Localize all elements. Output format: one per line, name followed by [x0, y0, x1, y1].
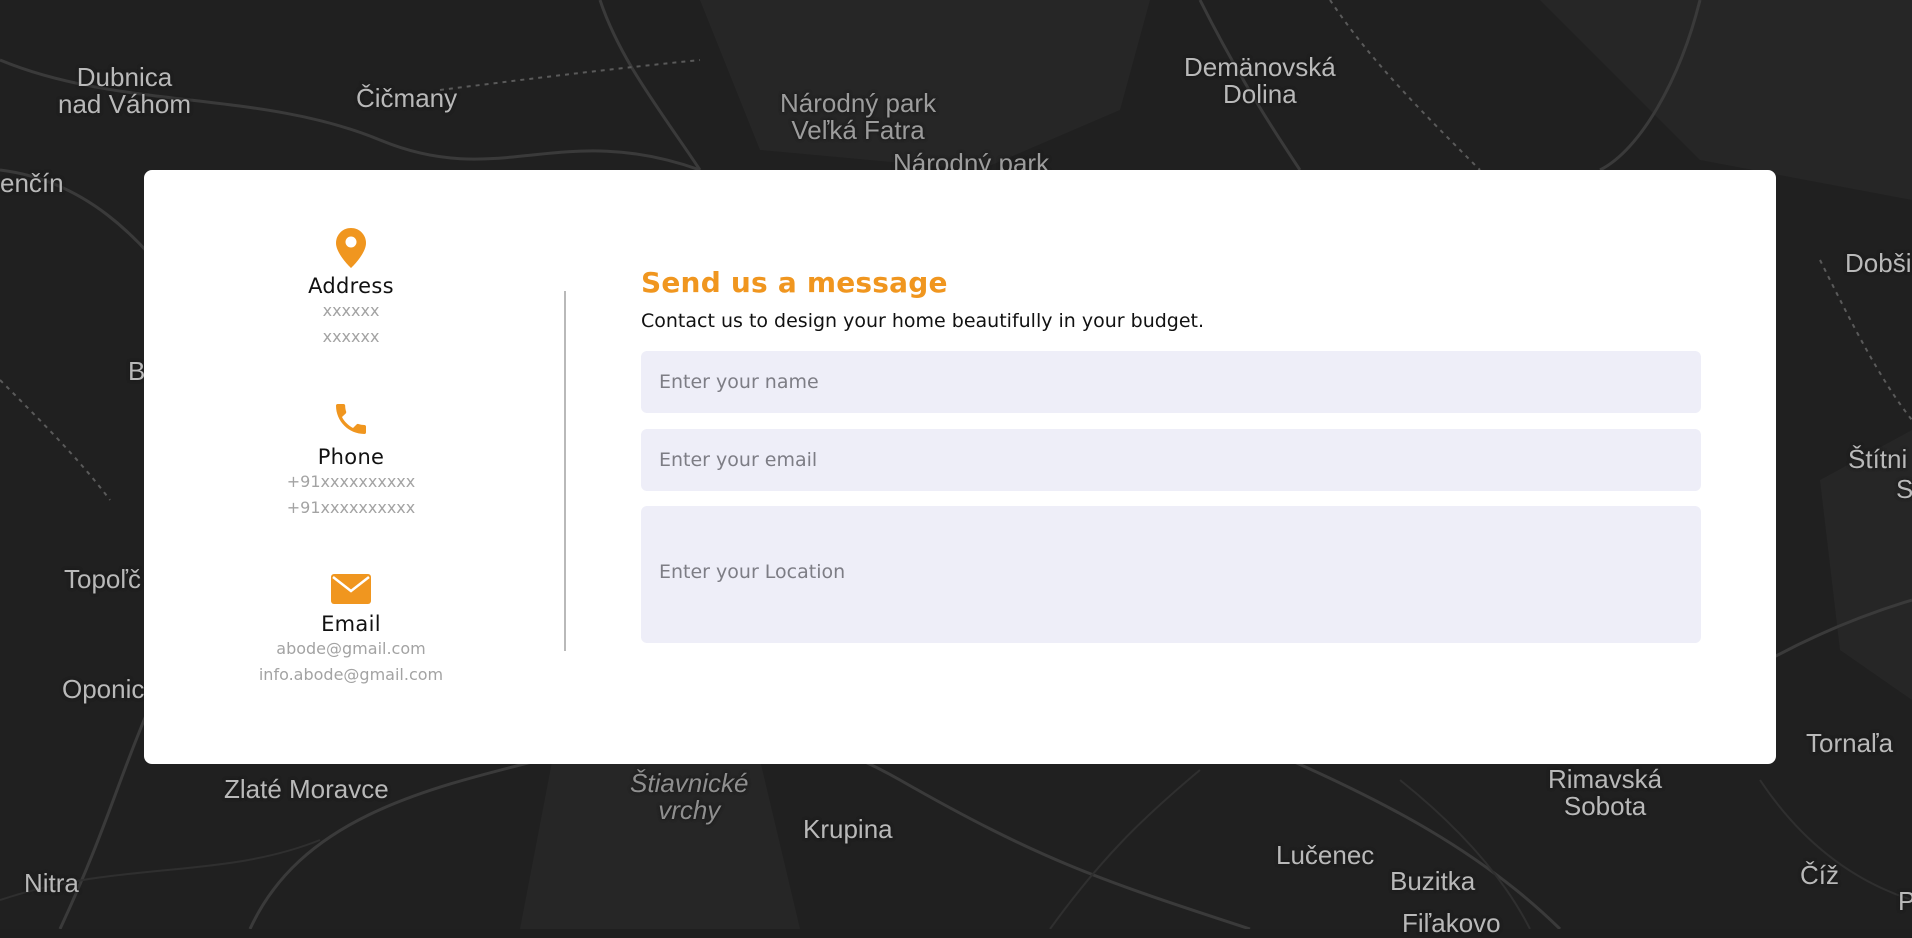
map-label-cicmany: Čičmany	[356, 83, 458, 113]
location-input[interactable]	[641, 506, 1701, 643]
map-label-topolcany: Topoľč	[64, 564, 141, 594]
map-label-velka-fatra: Národný park Veľká Fatra	[780, 88, 937, 146]
map-label-s: S	[1896, 474, 1912, 504]
map-label-nitra: Nitra	[24, 868, 79, 898]
map-label-ciz: Číž	[1800, 860, 1839, 890]
map-label-dubnica: Dubnica nad Váhom	[58, 62, 191, 120]
map-label-trencin: enčín	[0, 168, 64, 198]
phone-line-2: +91xxxxxxxxxx	[286, 498, 416, 517]
name-input[interactable]	[641, 351, 1701, 413]
form-title: Send us a message	[641, 266, 948, 299]
email-title: Email	[321, 612, 381, 636]
map-label-oponice: Oponic	[62, 674, 145, 704]
email-input[interactable]	[641, 429, 1701, 491]
form-subtitle: Contact us to design your home beautiful…	[641, 310, 1205, 332]
phone-block: Phone +91xxxxxxxxxx +91xxxxxxxxxx	[144, 399, 558, 521]
map-label-zlate-moravce: Zlaté Moravce	[224, 774, 389, 804]
map-label-lucenec: Lučenec	[1276, 840, 1375, 870]
email-line-2[interactable]: info.abode@gmail.com	[144, 662, 558, 688]
map-label-buzitka: Buzitka	[1390, 866, 1476, 896]
map-label-stitnik: Štítni	[1848, 444, 1908, 474]
map-label-filakovo: Fiľakovo	[1402, 908, 1501, 938]
address-block: Address xxxxxx xxxxxx	[144, 228, 558, 350]
map-label-p: P	[1898, 886, 1912, 916]
envelope-icon	[331, 574, 371, 604]
message-form: Send us a message Contact us to design y…	[641, 170, 1701, 764]
map-pin-icon	[336, 228, 366, 268]
address-line-2: xxxxxx	[322, 327, 380, 346]
phone-line-1: +91xxxxxxxxxx	[286, 472, 416, 491]
phone-icon	[336, 404, 366, 434]
contact-card: Address xxxxxx xxxxxx Phone +91xxxxxxxxx…	[144, 170, 1776, 764]
map-label-dobsina: Dobši	[1845, 248, 1912, 278]
map-label-b: B	[128, 356, 146, 386]
vertical-divider	[564, 291, 566, 651]
map-label-krupina: Krupina	[803, 814, 893, 844]
map-label-demanovska: Demänovská Dolina	[1184, 52, 1336, 110]
map-label-rimavska-sobota: Rimavská Sobota	[1548, 764, 1663, 822]
map-label-tornala: Tornaľa	[1806, 728, 1894, 758]
address-line-1: xxxxxx	[322, 301, 380, 320]
email-block: Email abode@gmail.com info.abode@gmail.c…	[144, 574, 558, 688]
contact-info-column: Address xxxxxx xxxxxx Phone +91xxxxxxxxx…	[144, 170, 558, 764]
address-title: Address	[308, 274, 394, 298]
phone-title: Phone	[317, 445, 385, 469]
map-label-stiavnicke-vrchy: Štiavnické vrchy	[630, 768, 749, 826]
email-line-1[interactable]: abode@gmail.com	[144, 636, 558, 662]
